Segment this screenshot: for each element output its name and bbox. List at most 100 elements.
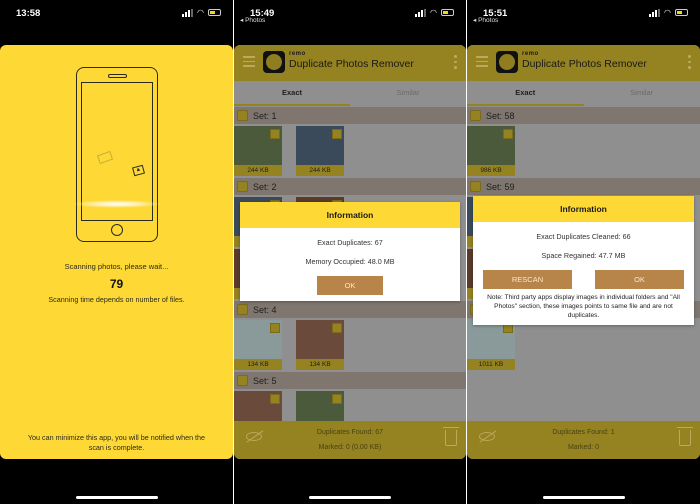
photo-thumbnail[interactable]: 244 KB [296,126,344,176]
file-size: 986 KB [467,165,515,176]
signal-icon [182,8,194,17]
photo-thumbnail[interactable]: 986 KB [467,126,515,176]
set-checkbox[interactable] [237,181,248,192]
folder-icon [96,150,114,165]
set-checkbox[interactable] [237,304,248,315]
app-screen: remo Duplicate Photos Remover Exact Simi… [467,45,700,459]
scan-glow [72,200,162,208]
tab-similar[interactable]: Similar [350,81,466,105]
active-tab-indicator [467,104,584,106]
photo-checkbox[interactable] [270,394,280,404]
app-logo [496,51,518,73]
set-header[interactable]: Set: 2 [234,178,466,195]
photo-checkbox[interactable] [332,129,342,139]
set-header[interactable]: Set: 59 [467,178,700,195]
space-regained: Space Regained: 47.7 MB [541,251,626,260]
thumbnail-row: 1011 KB [467,320,700,370]
signal-icon [649,8,661,17]
photo-thumbnail[interactable] [296,391,344,421]
photo-thumbnail[interactable]: 1011 KB [467,320,515,370]
photo-checkbox[interactable] [332,323,342,333]
trash-icon[interactable] [677,427,693,446]
tab-exact[interactable]: Exact [234,81,350,105]
signal-icon [415,8,427,17]
home-indicator[interactable] [309,496,391,499]
app-screen: remo Duplicate Photos Remover Exact Simi… [234,45,466,459]
battery-icon [208,9,221,16]
photo-checkbox[interactable] [270,129,280,139]
set-header[interactable]: Set: 58 [467,107,700,124]
set-checkbox[interactable] [237,375,248,386]
battery-icon [675,9,688,16]
ok-button[interactable]: OK [317,276,383,295]
set-checkbox[interactable] [470,181,481,192]
information-dialog: Information Exact Duplicates Cleaned: 66… [473,196,694,325]
set-header[interactable]: Set: 4 [234,301,466,318]
memory-occupied: Memory Occupied: 48.0 MB [305,257,395,266]
scan-subtitle: Scanning time depends on number of files… [48,295,185,304]
back-to-photos-link[interactable]: ◂ Photos [240,16,265,24]
file-size: 134 KB [234,359,282,370]
set-label: Set: 58 [486,110,515,121]
set-header[interactable]: Set: 5 [234,372,466,389]
app-header: remo Duplicate Photos Remover [234,45,466,81]
set-checkbox[interactable] [470,110,481,121]
phone-cleaned-dialog: 15:51 ◂ Photos ◠ remo Duplicate Photos R… [467,0,700,504]
file-size: 1011 KB [467,359,515,370]
file-size: 244 KB [234,165,282,176]
information-dialog: Information Exact Duplicates: 67 Memory … [240,202,460,301]
photo-thumbnail[interactable]: 134 KB [234,320,282,370]
home-indicator[interactable] [75,496,158,499]
thumbnail-row: 244 KB 244 KB [234,126,466,176]
scan-note: You can minimize this app, you will be n… [27,433,206,452]
set-header[interactable]: Set: 1 [234,107,466,124]
set-label: Set: 59 [486,181,515,192]
marked-count: Marked: 0 (0.00 KB) [318,444,382,451]
app-header: remo Duplicate Photos Remover [467,45,700,81]
status-bar: 15:49 ◂ Photos ◠ [234,0,466,40]
dialog-note: Note: Third party apps display images in… [487,294,680,319]
trash-icon[interactable] [443,427,459,446]
more-options-icon[interactable] [688,55,691,72]
ok-button[interactable]: OK [595,270,684,289]
home-indicator[interactable] [542,496,625,499]
set-checkbox[interactable] [237,110,248,121]
photo-thumbnail[interactable] [234,391,282,421]
photo-checkbox[interactable] [270,323,280,333]
thumbnail-row [234,391,466,421]
status-bar: 15:51 ◂ Photos ◠ [467,0,700,40]
wifi-icon: ◠ [430,8,437,17]
set-label: Set: 5 [253,375,277,386]
brand-name: remo [289,51,306,57]
menu-icon[interactable] [243,56,255,67]
photo-thumbnail[interactable]: 244 KB [234,126,282,176]
tab-similar[interactable]: Similar [584,81,700,105]
app-title: Duplicate Photos Remover [289,58,414,70]
phone-illustration-icon: ▲ [72,67,162,242]
file-size: 244 KB [296,165,344,176]
brand-name: remo [522,51,539,57]
app-logo [263,51,285,73]
menu-icon[interactable] [476,56,488,67]
phone-results-dialog: 15:49 ◂ Photos ◠ remo Duplicate Photos R… [234,0,466,504]
footer-bar: Duplicates Found: 67 Marked: 0 (0.00 KB) [234,421,466,459]
tab-exact[interactable]: Exact [467,81,584,105]
thumbnail-row: 134 KB 134 KB [234,320,466,370]
rescan-button[interactable]: RESCAN [483,270,572,289]
photo-thumbnail[interactable]: 134 KB [296,320,344,370]
back-to-photos-link[interactable]: ◂ Photos [473,16,498,24]
photo-checkbox[interactable] [503,129,513,139]
set-label: Set: 1 [253,110,277,121]
battery-icon [441,9,454,16]
exact-duplicates: Exact Duplicates: 67 [317,238,383,247]
photo-checkbox[interactable] [332,394,342,404]
more-options-icon[interactable] [454,55,457,72]
duplicates-found: Duplicates Found: 67 [316,429,384,436]
footer-bar: Duplicates Found: 1 Marked: 0 [467,421,700,459]
phone-scanning: 13:58 ◠ ▲ Scanning photos, please wait..… [0,0,233,504]
app-title: Duplicate Photos Remover [522,58,647,70]
screenshot-collage: 13:58 ◠ ▲ Scanning photos, please wait..… [0,0,700,504]
status-bar: 13:58 ◠ [0,0,233,40]
active-tab-indicator [234,104,350,106]
image-icon: ▲ [132,164,145,177]
